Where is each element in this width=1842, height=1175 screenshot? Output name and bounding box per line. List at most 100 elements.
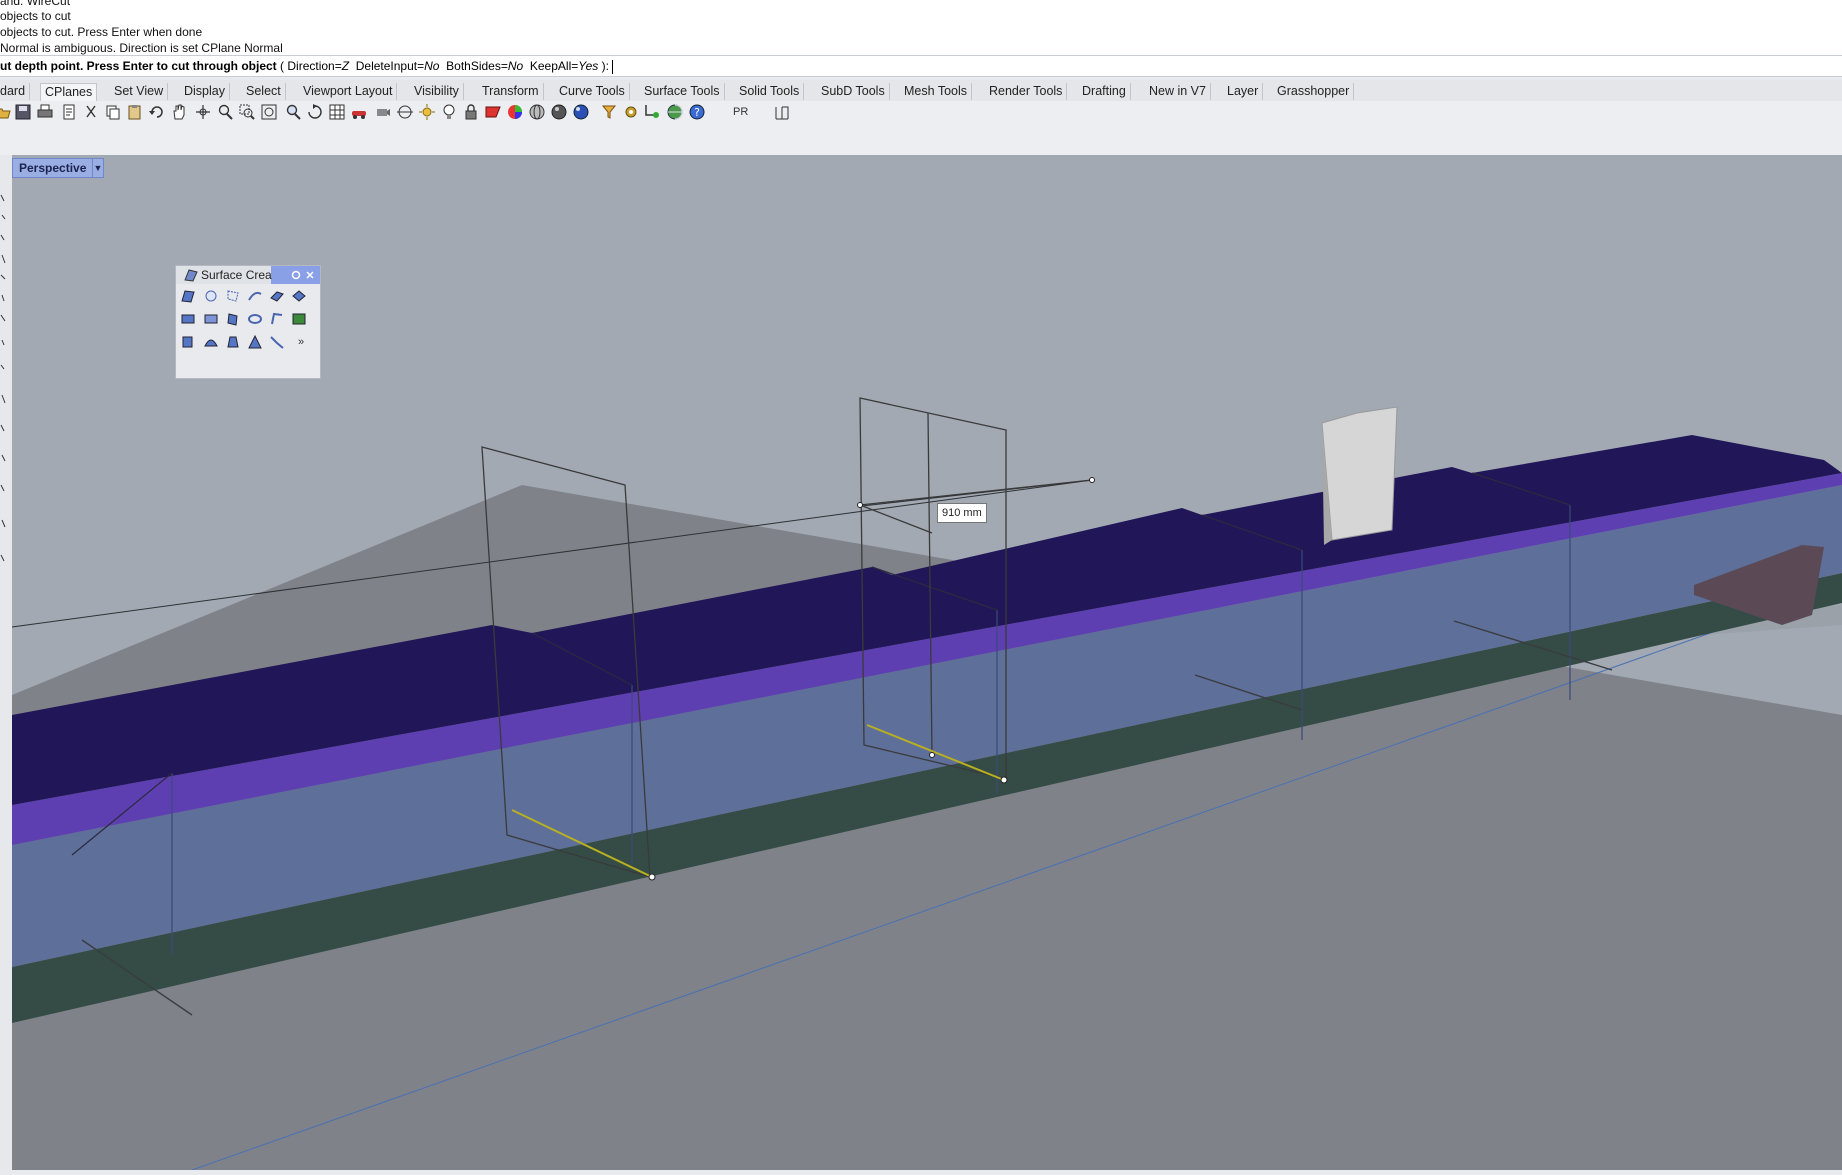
rail-revolve-icon[interactable] [225,334,241,350]
option-keepall-label: KeepAll= [529,59,579,73]
page-icon[interactable] [60,103,78,121]
color-wheel-icon[interactable] [506,103,524,121]
vertical-plane-icon[interactable] [203,311,219,327]
option-direction[interactable]: Direction=Z [287,59,349,73]
tab-drafting[interactable]: Drafting [1078,83,1131,100]
camera-icon[interactable] [374,103,392,121]
rendered-sphere-icon[interactable] [572,103,590,121]
move-icon[interactable] [194,103,212,121]
tab-new-in-v7[interactable]: New in V7 [1145,83,1211,100]
command-prompt-text: ut depth point. Press Enter to cut throu… [0,59,277,73]
history-line-3: objects to cut. Press Enter when done [0,25,203,39]
tab-viewport-layout[interactable]: Viewport Layout [299,83,398,100]
grip-point[interactable] [1089,477,1095,483]
car-icon[interactable] [350,103,368,121]
drape-icon[interactable] [203,334,219,350]
option-deleteinput-label: DeleteInput= [355,59,425,73]
option-deleteinput[interactable]: DeleteInput=No [356,59,440,73]
panel-gear-icon[interactable] [291,270,301,280]
tab-display[interactable]: Display [180,83,230,100]
option-keepall[interactable]: KeepAll=Yes [530,59,598,73]
zoom-window-icon[interactable] [238,103,256,121]
sphere-surface-icon[interactable] [203,288,219,304]
pr-label[interactable]: PR [733,103,748,121]
blend-surface-icon[interactable] [269,334,285,350]
tab-select[interactable]: Select [242,83,286,100]
rotate-view-icon[interactable] [306,103,324,121]
layer-color-icon[interactable] [484,103,502,121]
panel-title-bar[interactable]: Surface Crea [176,266,320,284]
tab-set-view[interactable]: Set View [110,83,169,100]
command-line[interactable]: ut depth point. Press Enter to cut throu… [0,55,1842,77]
tab-surface-tools[interactable]: Surface Tools [640,83,725,100]
zoom-icon[interactable] [216,103,234,121]
revolve-icon[interactable] [247,311,263,327]
help-icon[interactable]: ? [688,103,706,121]
option-bothsides[interactable]: BothSides=No [446,59,523,73]
grip-point[interactable] [1000,776,1008,784]
lock-icon[interactable] [462,103,480,121]
tab-grasshopper[interactable]: Grasshopper [1273,83,1355,100]
history-line-1: and: WireCut [0,0,71,8]
close-icon[interactable] [305,270,315,280]
cone-surface-icon[interactable] [247,334,263,350]
undo-icon[interactable] [148,103,166,121]
tab-transform[interactable]: Transform [478,83,544,100]
more-tools-button[interactable]: » [293,334,309,350]
tab-curve-tools[interactable]: Curve Tools [555,83,630,100]
left-toolbar-icons[interactable] [0,155,12,1170]
grid-icon[interactable] [328,103,346,121]
light-bulb-icon[interactable] [440,103,458,121]
sun-icon[interactable] [418,103,436,121]
loft-icon[interactable] [225,311,241,327]
globe-icon[interactable] [666,103,684,121]
tab-solid-tools[interactable]: Solid Tools [735,83,805,100]
save-icon[interactable] [14,103,32,121]
copy-icon[interactable] [104,103,122,121]
tab-mesh-tools[interactable]: Mesh Tools [900,83,972,100]
extrude-surface-icon[interactable] [291,288,307,304]
grip-point[interactable] [648,873,656,881]
settings-gear-icon[interactable] [622,103,640,121]
open-icon[interactable] [0,103,12,121]
zoom-extents-icon[interactable] [260,103,278,121]
tab-render-tools[interactable]: Render Tools [985,83,1068,100]
grip-point[interactable] [857,502,863,508]
zoom-selected-icon[interactable] [284,103,302,121]
print-icon[interactable] [36,103,54,121]
grip-point[interactable] [929,752,935,758]
viewport-menu-arrow[interactable]: ▼ [92,158,104,178]
planar-surface-icon[interactable] [269,288,285,304]
heightfield-icon[interactable] [291,311,307,327]
tab-standard[interactable]: dard [0,83,31,100]
tab-visibility[interactable]: Visibility [410,83,464,100]
pan-hand-icon[interactable] [170,103,188,121]
surface-creation-panel[interactable]: Surface Crea » [175,265,321,379]
tab-layer[interactable]: Layer [1223,83,1264,100]
paste-icon[interactable] [126,103,144,121]
option-bothsides-label: BothSides= [446,59,508,73]
history-line-2: objects to cut [0,9,71,23]
shaded-sphere-icon[interactable] [550,103,568,121]
patch-icon[interactable] [180,334,196,350]
cut-icon[interactable] [82,103,100,121]
dimension-label: 910 mm [937,503,987,523]
svg-text:?: ? [694,106,700,119]
command-history: and: WireCut objects to cut objects to c… [0,0,1842,55]
rectangle-plane-icon[interactable] [180,311,196,327]
tab-subd-tools[interactable]: SubD Tools [817,83,890,100]
tab-cplanes[interactable]: CPlanes [40,83,98,101]
select-filter-icon[interactable] [600,103,618,121]
sweep-surface-icon[interactable] [247,288,263,304]
option-direction-value: Z [341,59,350,73]
wireframe-sphere-icon[interactable] [528,103,546,121]
option-deleteinput-value: No [424,59,440,73]
surface-from-points-icon[interactable] [180,288,196,304]
edge-surface-icon[interactable] [269,311,285,327]
target-icon[interactable] [396,103,414,121]
ortho-plane-icon[interactable] [774,103,792,121]
standard-toolbar: ? PR [0,101,1842,155]
snap-icon[interactable] [644,103,662,121]
network-surface-icon[interactable] [225,288,241,304]
viewport-title-tab[interactable]: Perspective [12,158,94,178]
